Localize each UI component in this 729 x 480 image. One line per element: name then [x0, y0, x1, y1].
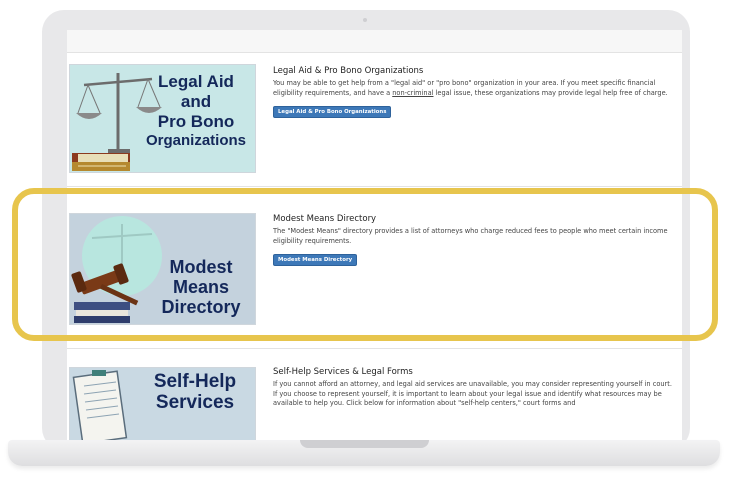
thumb-line: and: [180, 91, 212, 111]
non-criminal-link[interactable]: non-criminal: [392, 89, 433, 97]
thumb-line: Services: [155, 391, 235, 413]
thumb-line: Legal Aid: [158, 72, 234, 91]
section-title: Legal Aid & Pro Bono Organizations: [273, 66, 424, 76]
self-help-thumbnail[interactable]: Self-Help Services: [69, 367, 256, 440]
thumb-line: Self-Help: [153, 371, 237, 392]
thumb-line: Organizations: [145, 131, 246, 149]
legal-aid-thumbnail[interactable]: Legal Aid and Pro Bono Organizations: [69, 64, 256, 173]
laptop-notch: [300, 440, 429, 448]
divider: [67, 348, 682, 349]
page-header-band: [67, 30, 682, 53]
legal-aid-content: Legal Aid & Pro Bono Organizations You m…: [273, 66, 678, 119]
section-description: You may be able to get help from a "lega…: [273, 79, 678, 98]
thumb-line: Pro Bono: [157, 111, 235, 131]
divider: [67, 186, 682, 187]
self-help-content: Self-Help Services & Legal Forms If you …: [273, 367, 678, 409]
divider: [67, 52, 682, 53]
legal-aid-button[interactable]: Legal Aid & Pro Bono Organizations: [273, 106, 392, 119]
description-text: legal issue, these organizations may pro…: [433, 88, 668, 97]
section-description: If you cannot afford an attorney, and le…: [273, 380, 672, 408]
highlight-frame: [12, 188, 718, 341]
camera-icon: [363, 18, 367, 22]
section-title: Self-Help Services & Legal Forms: [273, 367, 413, 377]
